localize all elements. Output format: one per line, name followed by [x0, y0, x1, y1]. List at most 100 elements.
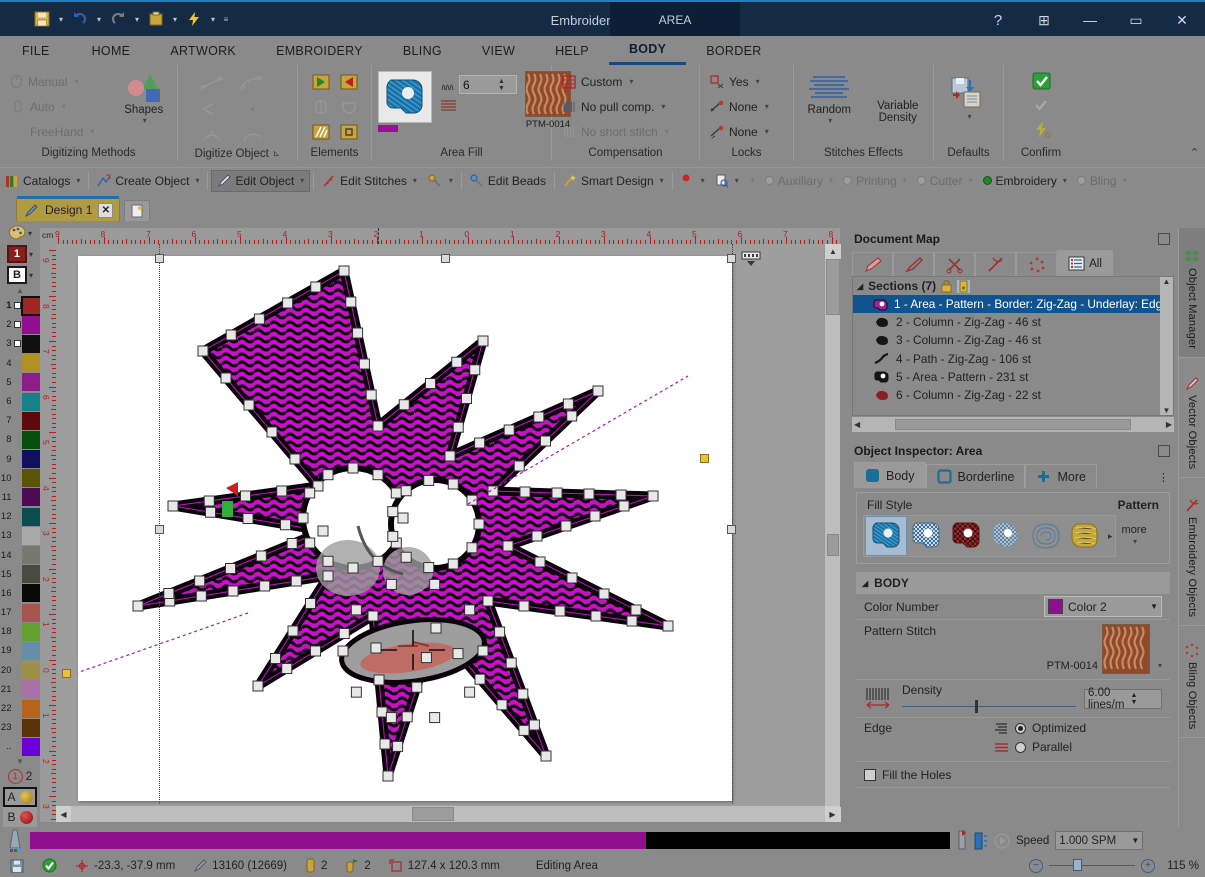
horizontal-ruler[interactable]: cm 987654321012345678 — [40, 228, 840, 244]
thread-cone-icon[interactable] — [4, 829, 26, 853]
dm-tab-needle[interactable] — [975, 252, 1016, 276]
active-color-number[interactable]: 1 — [6, 245, 27, 264]
maximize-button[interactable]: ▭ — [1113, 2, 1159, 38]
palette-swatch-7[interactable]: 7 — [0, 411, 43, 430]
scroll-h-thumb[interactable] — [412, 807, 454, 821]
edge-option-parallel[interactable]: Parallel — [994, 740, 1086, 754]
auto-caret[interactable]: ▾ — [62, 102, 66, 111]
dm-scroll-up[interactable]: ▲ — [1163, 277, 1171, 286]
palette-caret[interactable]: ▾ — [28, 229, 32, 238]
zoom-in-button[interactable]: + — [1141, 858, 1155, 873]
tab-artwork[interactable]: ARTWORK — [150, 36, 256, 65]
freehand-button[interactable]: FreeHand ▾ — [6, 120, 98, 143]
density-stepper[interactable]: ▲▼ — [459, 75, 517, 94]
palette-scroll-up[interactable]: ▲ — [16, 286, 24, 296]
palette-swatch-21[interactable]: 21 — [0, 680, 43, 699]
document-map-horizontal-scrollbar[interactable]: ◀ ▶ — [852, 417, 1174, 432]
dm-tab-all[interactable]: All — [1057, 250, 1113, 276]
random-caret[interactable]: ▾ — [828, 116, 832, 125]
dock-embroidery-objects[interactable]: Embroidery Objects — [1179, 478, 1205, 626]
palette-icon[interactable] — [8, 225, 26, 241]
fill-style-swatch-strip[interactable]: ▸ — [863, 515, 1116, 557]
selection-handle-mr[interactable] — [727, 525, 736, 534]
tab-bling[interactable]: BLING — [383, 36, 462, 65]
apply-icon[interactable] — [1029, 70, 1053, 92]
pattern-stitch-control[interactable]: PTM-0014 ▾ — [994, 624, 1162, 674]
defaults-caret[interactable]: ▾ — [967, 112, 971, 121]
variable-density-button[interactable]: Variable Density — [869, 70, 928, 124]
palette-needle-dot[interactable] — [13, 302, 21, 310]
bling-caret[interactable]: ▾ — [1123, 176, 1127, 185]
area-fill-color-swatch[interactable] — [378, 125, 398, 132]
pull-comp-caret[interactable]: ▾ — [661, 102, 665, 111]
help-button[interactable]: ? — [975, 2, 1021, 38]
fill-holes-checkbox[interactable] — [864, 768, 876, 781]
selection-handle-tr[interactable] — [727, 254, 736, 263]
palette-swatch-9[interactable]: 9 — [0, 450, 43, 469]
scroll-v-thumb[interactable] — [826, 259, 840, 315]
close-button[interactable]: ✕ — [1159, 2, 1205, 38]
edit-beads-button[interactable]: Edit Beads — [465, 170, 551, 192]
auxiliary-button[interactable]: Auxiliary ▾ — [760, 170, 838, 192]
edit-stitches-caret[interactable]: ▾ — [413, 176, 417, 185]
active-letter-caret[interactable]: ▾ — [29, 271, 33, 280]
design-canvas[interactable] — [56, 244, 840, 822]
fill-style-more-button[interactable]: more ▾ — [1122, 525, 1147, 547]
palette-row-b[interactable]: B — [3, 807, 37, 827]
tab-help[interactable]: HELP — [535, 36, 609, 65]
tab-file[interactable]: FILE — [0, 36, 72, 65]
palette-swatch-15[interactable]: 15 — [0, 565, 43, 584]
oi-tab-more[interactable]: More — [1025, 464, 1097, 488]
auxiliary-caret[interactable]: ▾ — [829, 176, 833, 185]
angle-tool-icon[interactable] — [200, 98, 224, 120]
manual-button[interactable]: Manual ▾ — [6, 70, 98, 93]
tab-embroidery[interactable]: EMBROIDERY — [256, 36, 383, 65]
palette-needle-dot[interactable] — [13, 340, 21, 348]
clipboard-dropdown-caret[interactable]: ▾ — [169, 7, 181, 31]
document-map-row[interactable]: 2 - Column - Zig-Zag - 46 st — [853, 313, 1173, 331]
smart-design-button[interactable]: Smart Design ▾ — [558, 170, 669, 192]
palette-swatch-8[interactable]: 8 — [0, 430, 43, 449]
shapes-button[interactable]: Shapes ▾ — [116, 68, 171, 125]
zoom-slider-track[interactable] — [1049, 859, 1135, 871]
status-ok-icon[interactable] — [36, 858, 63, 873]
catalogs-caret[interactable]: ▾ — [76, 176, 80, 185]
lock-icon[interactable] — [941, 279, 952, 293]
palette-swatch-23[interactable]: 23 — [0, 718, 43, 737]
anchor-handle-left[interactable] — [62, 669, 71, 678]
palette-needle-dot[interactable] — [13, 321, 21, 329]
ribbon-display-button[interactable]: ⊞ — [1021, 2, 1067, 38]
lock-end-caret[interactable]: ▾ — [765, 127, 769, 136]
node-edit-caret[interactable]: ▾ — [449, 176, 453, 185]
fill-swatch-checker-blue[interactable] — [906, 517, 946, 555]
document-map-row[interactable]: 4 - Path - Zig-Zag - 106 st — [853, 350, 1173, 368]
dm-tab-scissors[interactable] — [934, 252, 975, 276]
quick-action-icon[interactable] — [182, 7, 206, 31]
object-inspector-minimize[interactable] — [1158, 445, 1170, 457]
center-element-icon[interactable] — [337, 121, 361, 143]
scroll-left-arrow[interactable]: ◀ — [56, 806, 71, 822]
curve-tool-icon[interactable] — [239, 72, 264, 94]
palette-swatch-13[interactable]: 13 — [0, 526, 43, 545]
tab-home[interactable]: HOME — [72, 36, 151, 65]
document-map-root[interactable]: ◢ Sections (7) — [853, 277, 1173, 295]
printing-button[interactable]: Printing ▾ — [838, 170, 912, 192]
selection-handle-ml[interactable] — [155, 525, 164, 534]
anchor-handle-right[interactable] — [700, 454, 709, 463]
redo-dropdown-caret[interactable]: ▾ — [131, 7, 143, 31]
node-edit-button[interactable]: ▾ — [422, 170, 458, 192]
canvas-vertical-scrollbar[interactable]: ▲ ▼ — [824, 244, 841, 822]
palette-swatch-20[interactable]: 20 — [0, 661, 43, 680]
oi-tab-body[interactable]: Body — [854, 462, 926, 488]
preview-button[interactable]: ▾ — [710, 170, 744, 192]
document-map-row[interactable]: 3 - Column - Zig-Zag - 46 st — [853, 331, 1173, 349]
lock-start-button[interactable]: None ▾ — [706, 95, 773, 118]
optimized-radio[interactable] — [1015, 722, 1026, 734]
lock-trim-button[interactable]: Yes ▾ — [706, 70, 773, 93]
pull-comp-button[interactable]: No pull comp. ▾ — [558, 95, 673, 118]
palette-swatch-17[interactable]: 17 — [0, 603, 43, 622]
embroidery-button[interactable]: Embroidery ▾ — [978, 170, 1072, 192]
scroll-up-arrow[interactable]: ▲ — [825, 244, 841, 259]
lock-end-button[interactable]: None ▾ — [706, 120, 773, 143]
start-point-icon[interactable] — [309, 71, 333, 93]
